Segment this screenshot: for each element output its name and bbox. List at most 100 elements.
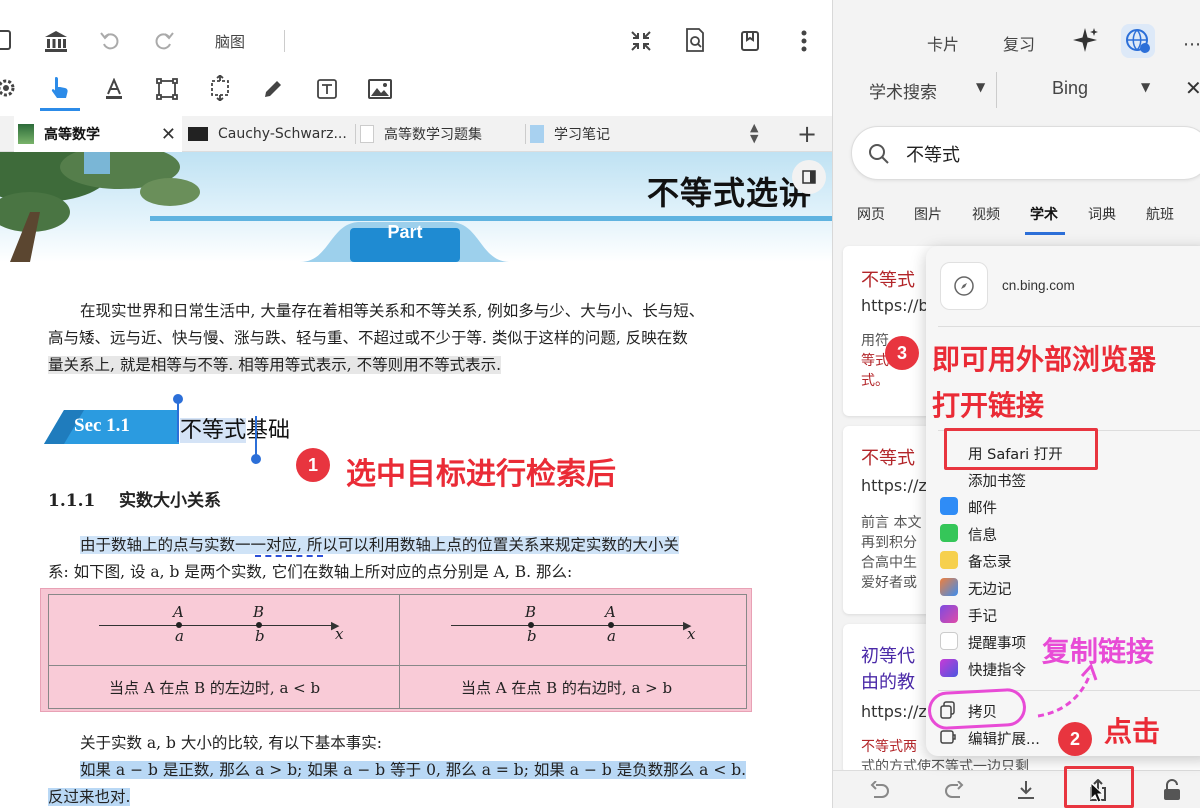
chevron-down-icon[interactable]: ▼ bbox=[976, 80, 985, 94]
tab-2[interactable]: 高等数学习题集 bbox=[360, 116, 524, 152]
share-notes-item[interactable]: 备忘录 bbox=[968, 551, 1012, 572]
forward-icon[interactable] bbox=[943, 779, 965, 801]
point-label-top: B bbox=[525, 603, 537, 621]
tab-0[interactable]: 高等数学 ✕ bbox=[14, 116, 182, 152]
selection-handle-end[interactable] bbox=[251, 454, 261, 464]
tab-1[interactable]: Cauchy-Schwarz... bbox=[188, 116, 354, 152]
section-title[interactable]: 不等式基础 bbox=[180, 412, 290, 444]
undo-icon[interactable] bbox=[98, 28, 122, 52]
category-tab-video[interactable]: 视频 bbox=[972, 204, 1000, 224]
number-line-axis bbox=[99, 625, 335, 626]
result-title[interactable]: 初等代 bbox=[861, 642, 915, 668]
result-title[interactable]: 不等式 bbox=[861, 266, 915, 292]
document-thumbnail-icon bbox=[188, 127, 208, 141]
share-freeform-item[interactable]: 无边记 bbox=[968, 578, 1012, 599]
result-snippet: 合高中生 bbox=[861, 555, 917, 571]
sidebar-toggle-icon[interactable] bbox=[0, 28, 16, 52]
selection-caret-end bbox=[255, 416, 257, 456]
para2-line-2: 系: 如下图, 设 a, b 是两个实数, 它们在数轴上所对应的点分别是 A, … bbox=[48, 559, 768, 586]
tab-3[interactable]: 学习笔记 bbox=[530, 116, 680, 152]
edit-extensions-item[interactable]: 编辑扩展... bbox=[968, 728, 1040, 749]
point-label-bottom: b bbox=[527, 627, 537, 645]
result-snippet: 不等式两 bbox=[861, 739, 917, 755]
result-url[interactable]: https://z bbox=[861, 476, 927, 495]
step-3-text-line1: 即可用外部浏览器 bbox=[932, 343, 1157, 376]
share-reminders-item[interactable]: 提醒事项 bbox=[968, 632, 1026, 653]
tab-label: 学习笔记 bbox=[554, 127, 610, 143]
document-pane: 脑图 高等数学 ✕ Cauchy-Schwarz... 高等数学习题集 学习笔记… bbox=[0, 0, 832, 808]
share-mail-item[interactable]: 邮件 bbox=[968, 497, 997, 518]
review-button[interactable]: 复习 bbox=[1003, 31, 1035, 55]
category-tab-images[interactable]: 图片 bbox=[914, 204, 942, 224]
point-label-bottom: a bbox=[175, 627, 184, 645]
redo-icon[interactable] bbox=[152, 28, 176, 52]
share-journal-item[interactable]: 手记 bbox=[968, 605, 997, 626]
point-label-top: B bbox=[253, 603, 265, 621]
tab-sort-icon[interactable]: ▲ ▼ bbox=[750, 122, 758, 144]
search-document-icon[interactable] bbox=[682, 26, 708, 54]
hand-pointer-icon[interactable] bbox=[48, 74, 72, 102]
result-snippet: 爱好者或 bbox=[861, 575, 917, 591]
section-number: Sec 1.1 bbox=[74, 415, 130, 436]
selected-text[interactable]: 不等式 bbox=[180, 418, 247, 443]
library-icon[interactable] bbox=[42, 28, 70, 54]
table-cell bbox=[48, 594, 400, 666]
back-icon[interactable] bbox=[869, 779, 891, 801]
highlighted-text: 由于数轴上的点与实数一一对应, 所以可以利用数轴上点的位置关系来规定实数的大小关 bbox=[80, 536, 679, 554]
para2-line-1: 由于数轴上的点与实数一一对应, 所以可以利用数轴上点的位置关系来规定实数的大小关 bbox=[80, 532, 760, 559]
share-messages-item[interactable]: 信息 bbox=[968, 524, 997, 545]
step-2-text: 点击 bbox=[1104, 715, 1161, 748]
close-tab-icon[interactable]: ✕ bbox=[161, 124, 176, 145]
result-title[interactable]: 不等式 bbox=[861, 444, 915, 470]
result-snippet: 再到积分 bbox=[861, 535, 917, 551]
document-thumbnail-icon bbox=[360, 125, 374, 143]
web-help-icon[interactable] bbox=[1121, 24, 1155, 58]
selection-caret-start bbox=[177, 402, 179, 442]
panel-toggle-icon[interactable] bbox=[792, 160, 826, 194]
result-url[interactable]: https://b bbox=[861, 296, 929, 315]
site-icon bbox=[940, 262, 988, 310]
menu-separator bbox=[938, 326, 1200, 327]
add-bookmark-item[interactable]: 添加书签 bbox=[968, 470, 1026, 491]
collapse-icon[interactable] bbox=[628, 28, 654, 54]
ai-sparkle-icon[interactable] bbox=[1071, 26, 1099, 58]
unlock-icon[interactable] bbox=[1161, 779, 1183, 801]
search-input[interactable]: 不等式 bbox=[851, 126, 1200, 180]
chevron-down-icon[interactable]: ▼ bbox=[1141, 80, 1150, 94]
text-highlight-icon[interactable] bbox=[102, 76, 126, 102]
engine-select[interactable]: Bing bbox=[1052, 78, 1088, 99]
category-tab-academic[interactable]: 学术 bbox=[1030, 204, 1058, 224]
more-options-icon[interactable]: ⋯ bbox=[1183, 34, 1200, 55]
crop-area-icon[interactable] bbox=[206, 74, 234, 102]
caption-left: 当点 A 在点 B 的左边时, a < b bbox=[109, 679, 321, 697]
rectangle-select-icon[interactable] bbox=[154, 76, 180, 102]
category-tab-web[interactable]: 网页 bbox=[857, 204, 885, 224]
intro-line-1: 在现实世界和日常生活中, 大量存在着相等关系和不等关系, 例如多与少、大与小、长… bbox=[80, 302, 705, 320]
active-category-underline bbox=[1025, 232, 1065, 235]
text-box-icon[interactable] bbox=[314, 76, 340, 102]
pencil-icon[interactable] bbox=[260, 76, 286, 102]
engine-type-select[interactable]: 学术搜索 bbox=[869, 78, 937, 103]
result-url[interactable]: https://z bbox=[861, 702, 927, 721]
result-snippet: 前言 本文 bbox=[861, 515, 922, 531]
settings-gear-icon[interactable] bbox=[0, 76, 18, 100]
step-1-text: 选中目标进行检索后 bbox=[346, 457, 616, 492]
step-2-badge: 2 bbox=[1058, 722, 1092, 756]
result-title[interactable]: 由的教 bbox=[861, 668, 915, 694]
download-icon[interactable] bbox=[1015, 779, 1037, 801]
step-3-text-line2: 打开链接 bbox=[932, 389, 1045, 422]
axis-label: x bbox=[687, 625, 696, 643]
add-tab-icon[interactable]: + bbox=[797, 120, 817, 148]
share-shortcuts-item[interactable]: 快捷指令 bbox=[968, 659, 1026, 680]
mindmap-button[interactable]: 脑图 bbox=[215, 31, 245, 52]
point-label-bottom: a bbox=[607, 627, 616, 645]
bookmark-book-icon[interactable] bbox=[738, 28, 762, 54]
card-button[interactable]: 卡片 bbox=[927, 31, 959, 55]
more-options-icon[interactable] bbox=[796, 28, 812, 54]
highlighted-text: 量关系上, 就是相等与不等. 相等用等式表示, 不等则用不等式表示. bbox=[48, 356, 501, 374]
close-panel-icon[interactable]: ✕ bbox=[1185, 76, 1200, 100]
category-tab-dictionary[interactable]: 词典 bbox=[1088, 204, 1116, 224]
category-tab-flights[interactable]: 航班 bbox=[1146, 204, 1174, 224]
para3-line-1: 关于实数 a, b 大小的比较, 有以下基本事实: bbox=[80, 734, 382, 752]
image-insert-icon[interactable] bbox=[366, 76, 394, 102]
